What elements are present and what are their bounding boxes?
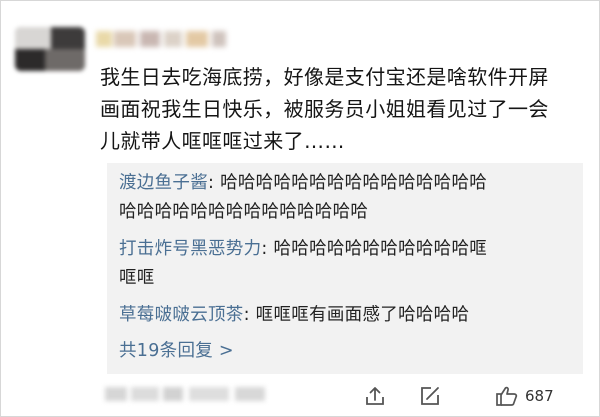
replies-panel: 渡边鱼子酱: 哈哈哈哈哈哈哈哈哈哈哈哈哈哈哈 哈哈哈哈哈哈哈哈哈哈哈哈哈哈 打击… <box>107 163 583 374</box>
post-line: 画面祝我生日快乐，被服务员小姐姐看见过了一会 <box>100 97 549 121</box>
reply-author-link[interactable]: 渡边鱼子酱 <box>119 173 208 193</box>
reply-separator: : <box>261 239 274 259</box>
reply-item: 打击炸号黑恶势力: 哈哈哈哈哈哈哈哈哈哈哈哐 哐哐 <box>119 235 569 293</box>
reply-item: 渡边鱼子酱: 哈哈哈哈哈哈哈哈哈哈哈哈哈哈哈 哈哈哈哈哈哈哈哈哈哈哈哈哈哈 <box>119 169 569 227</box>
post-line: 我生日去吃海底捞，好像是支付宝还是啥软件开屏 <box>100 65 549 89</box>
comment-icon <box>419 385 441 407</box>
timestamp-redacted <box>105 387 275 401</box>
username-redacted <box>96 31 226 47</box>
reply-separator: : <box>243 305 256 325</box>
reply-author-link[interactable]: 打击炸号黑恶势力 <box>119 239 261 259</box>
more-replies-link[interactable]: 共19条回复 > <box>119 337 234 366</box>
like-count: 687 <box>525 387 554 405</box>
post-text: 我生日去吃海底捞，好像是支付宝还是啥软件开屏 画面祝我生日快乐，被服务员小姐姐看… <box>100 61 586 157</box>
share-icon <box>364 385 386 407</box>
reply-separator: : <box>208 173 221 193</box>
reply-text: 哈哈哈哈哈哈哈哈哈哈哈哈哈哈哈 <box>220 173 488 193</box>
thumbs-up-icon <box>495 385 519 407</box>
share-button[interactable] <box>364 382 386 410</box>
reply-text: 哈哈哈哈哈哈哈哈哈哈哈哈哈哈 <box>119 202 369 222</box>
reply-author-link[interactable]: 草莓啵啵云顶茶 <box>119 305 244 325</box>
like-button[interactable]: 687 <box>495 382 554 410</box>
reply-text: 哐哐 <box>119 268 155 288</box>
reply-text: 哈哈哈哈哈哈哈哈哈哈哈哐 <box>273 239 488 259</box>
avatar[interactable] <box>15 27 85 71</box>
comment-card: 我生日去吃海底捞，好像是支付宝还是啥软件开屏 画面祝我生日快乐，被服务员小姐姐看… <box>0 0 600 417</box>
reply-text: 哐哐哐有画面感了哈哈哈哈 <box>255 305 470 325</box>
reply-item: 草莓啵啵云顶茶: 哐哐哐有画面感了哈哈哈哈 <box>119 301 569 330</box>
post-line: 儿就带人哐哐哐过来了…… <box>100 129 345 153</box>
comment-button[interactable] <box>419 382 441 410</box>
